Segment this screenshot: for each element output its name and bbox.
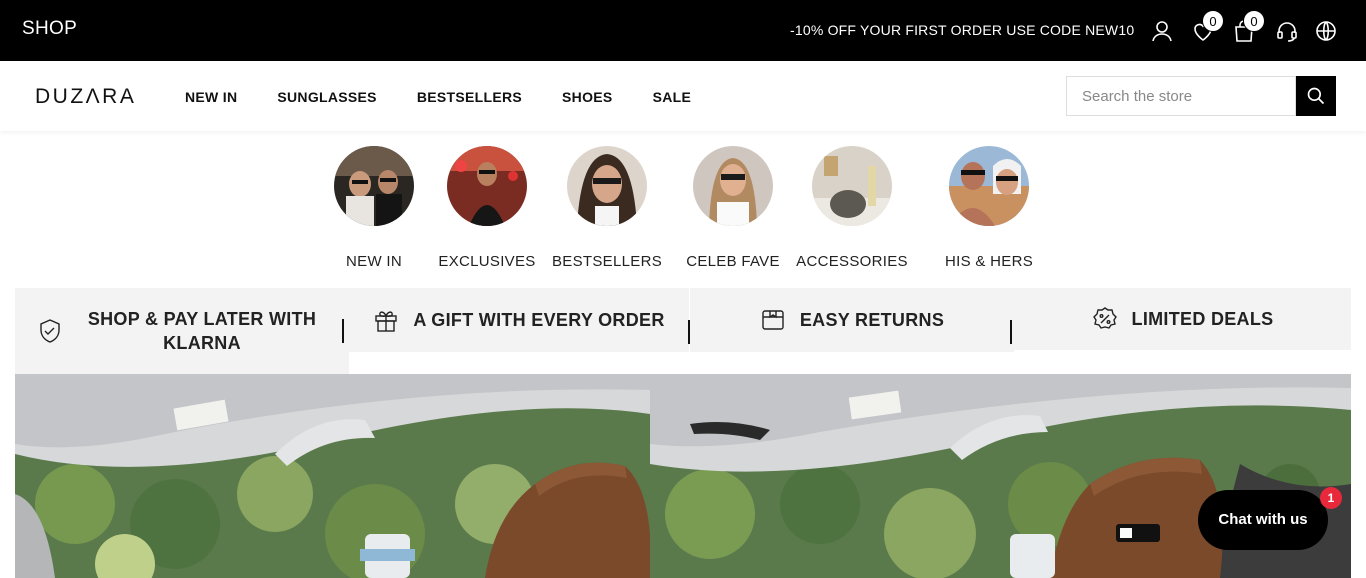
search-input[interactable] xyxy=(1066,76,1296,116)
announcement-bar: SHOP -10% OFF YOUR FIRST ORDER USE CODE … xyxy=(0,0,1366,61)
category-label: EXCLUSIVES xyxy=(438,253,536,270)
chat-button[interactable]: Chat with us xyxy=(1198,490,1328,550)
shop-link[interactable]: SHOP xyxy=(22,18,77,40)
search-button[interactable] xyxy=(1296,76,1336,116)
search-icon xyxy=(1307,87,1325,105)
gift-icon xyxy=(375,311,398,332)
category-image xyxy=(447,146,527,226)
globe-icon[interactable] xyxy=(1314,19,1338,43)
feature-klarna: SHOP & PAY LATER WITH KLARNA xyxy=(15,288,349,374)
headset-icon[interactable] xyxy=(1275,19,1299,43)
feature-deals-text: LIMITED DEALS xyxy=(1131,308,1274,329)
promo-text: -10% OFF YOUR FIRST ORDER USE CODE NEW10 xyxy=(790,22,1135,38)
nav-new-in[interactable]: NEW IN xyxy=(185,89,237,105)
category-label: ACCESSORIES xyxy=(796,253,908,270)
category-label: HIS & HERS xyxy=(944,253,1034,270)
cart-button[interactable]: 0 xyxy=(1232,10,1265,43)
wishlist-button[interactable]: 0 xyxy=(1191,10,1224,43)
category-his-hers[interactable]: HIS & HERS xyxy=(945,146,1033,270)
category-celeb-fave[interactable]: CELEB FAVE xyxy=(686,146,779,270)
feature-gift-text: A GIFT WITH EVERY ORDER xyxy=(413,309,665,330)
category-label: NEW IN xyxy=(346,253,402,270)
category-image xyxy=(812,146,892,226)
category-label: CELEB FAVE xyxy=(686,253,780,270)
category-image xyxy=(693,146,773,226)
category-exclusives[interactable]: EXCLUSIVES xyxy=(438,146,535,270)
shield-check-icon xyxy=(40,319,60,343)
divider xyxy=(1010,320,1012,344)
nav-shoes[interactable]: SHOES xyxy=(562,89,613,105)
feature-returns: EASY RETURNS xyxy=(690,288,1014,352)
category-bestsellers[interactable]: BESTSELLERS xyxy=(552,146,662,270)
category-label: BESTSELLERS xyxy=(551,253,663,270)
feature-gift: A GIFT WITH EVERY ORDER xyxy=(349,288,689,352)
feature-klarna-text: SHOP & PAY LATER WITH KLARNA xyxy=(87,309,317,353)
divider xyxy=(342,319,344,343)
box-icon xyxy=(762,310,784,330)
discount-badge-icon xyxy=(1092,307,1117,329)
cart-count-badge: 0 xyxy=(1243,10,1265,32)
main-nav: NEW IN SUNGLASSES BESTSELLERS SHOES SALE xyxy=(185,89,731,105)
main-header: DUZΛRA NEW IN SUNGLASSES BESTSELLERS SHO… xyxy=(0,61,1366,131)
feature-deals: LIMITED DEALS xyxy=(1014,288,1351,350)
nav-bestsellers[interactable]: BESTSELLERS xyxy=(417,89,522,105)
chat-notification-badge: 1 xyxy=(1320,487,1342,509)
category-image xyxy=(334,146,414,226)
category-image xyxy=(567,146,647,226)
brand-logo[interactable]: DUZΛRA xyxy=(35,85,136,109)
category-image xyxy=(949,146,1029,226)
wishlist-count-badge: 0 xyxy=(1202,10,1224,32)
feature-returns-text: EASY RETURNS xyxy=(799,309,945,330)
hero-image-left[interactable] xyxy=(15,374,650,578)
nav-sunglasses[interactable]: SUNGLASSES xyxy=(277,89,376,105)
category-accessories[interactable]: ACCESSORIES xyxy=(796,146,908,270)
category-new-in[interactable]: NEW IN xyxy=(334,146,414,270)
user-icon[interactable] xyxy=(1150,19,1174,43)
nav-sale[interactable]: SALE xyxy=(653,89,692,105)
